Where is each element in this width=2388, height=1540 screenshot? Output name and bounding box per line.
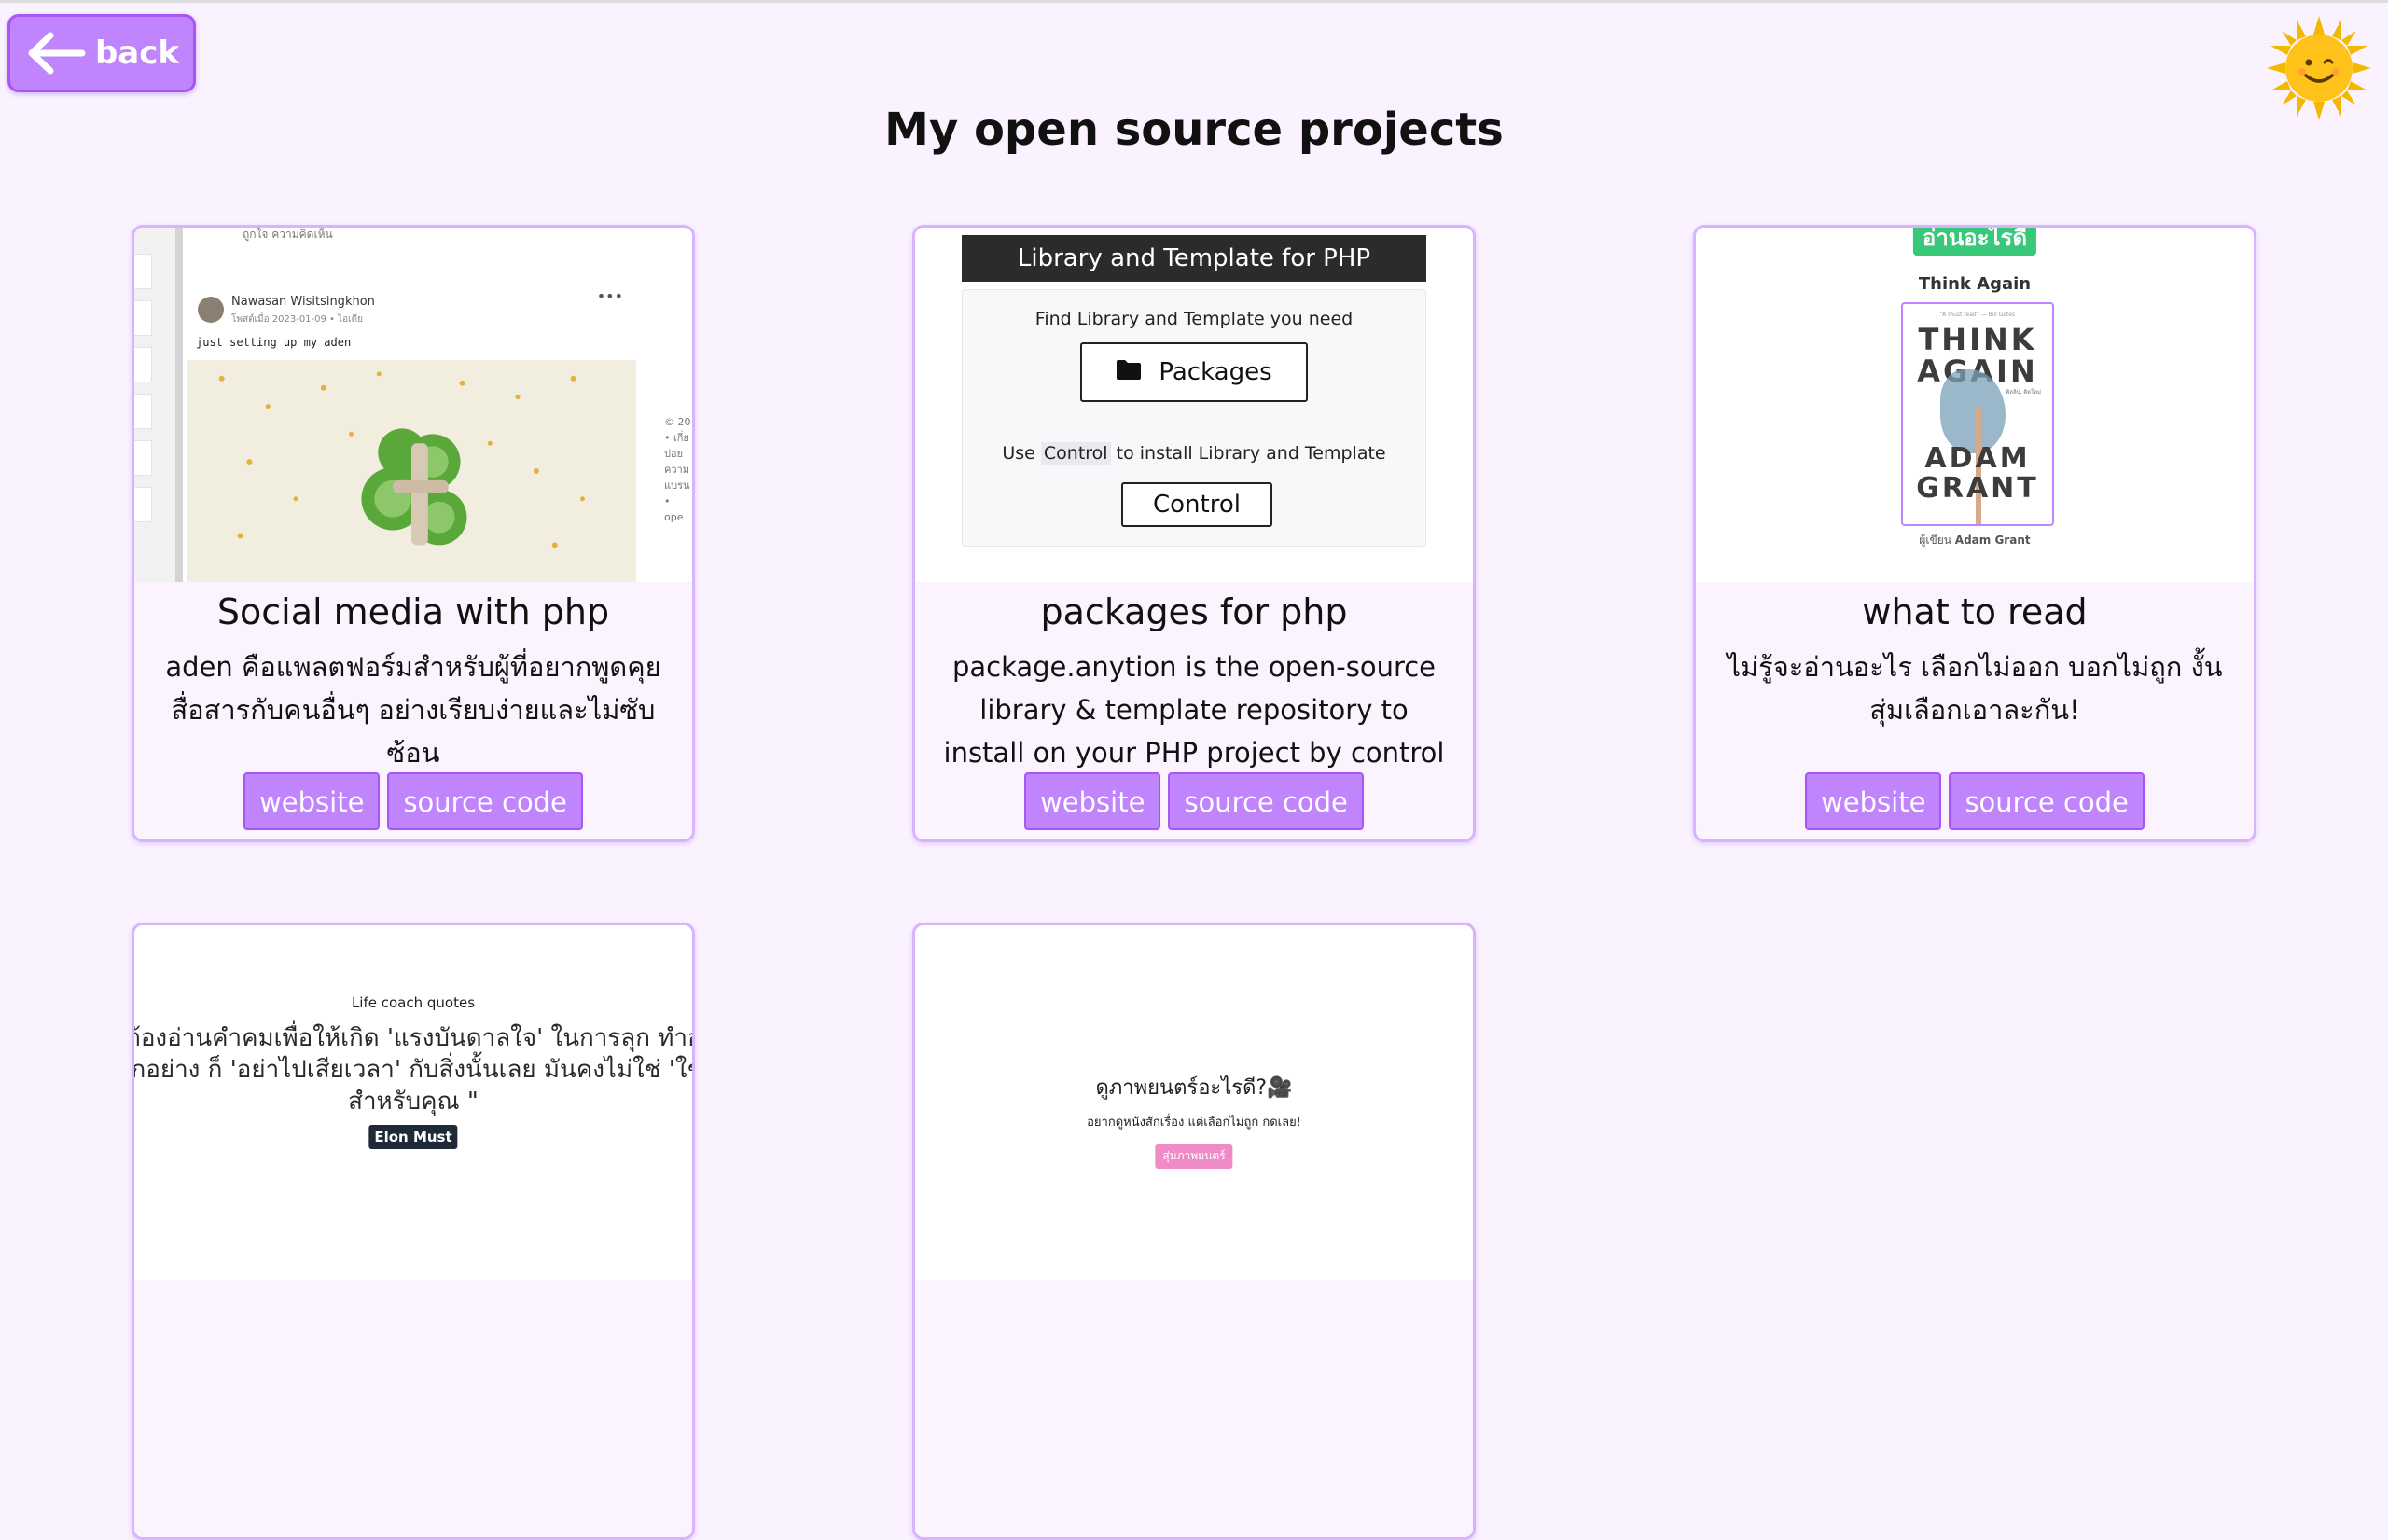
avatar [198, 297, 224, 323]
preview-find-text: Find Library and Template you need [1034, 309, 1354, 329]
preview-scrollbar [175, 228, 183, 582]
preview-post: Nawasan Wisitsingkhon โพสต์เมื่อ 2023-01… [187, 259, 636, 582]
preview-title: ดูภาพยนตร์อะไรดี?🎥 [1095, 1076, 1293, 1100]
project-card-packages: Library and Template for PHP Find Librar… [912, 225, 1476, 842]
project-description: ไม่รู้จะอ่านอะไร เลือกไม่ออก บอกไม่ถูก ง… [1727, 651, 2223, 726]
project-description: package.anytion is the open-source libra… [943, 651, 1445, 769]
preview-title: Life coach quotes [351, 994, 476, 1011]
preview-packages-label: Packages [1159, 358, 1272, 386]
source-code-button[interactable]: source code [1949, 772, 2145, 830]
project-card-what-to-read: อ่านอะไรดี Think Again “A must read” — B… [1693, 225, 2256, 842]
project-card-social-media: ถูกใจ ความคิดเห็น Nawasan Wisitsingkhon … [132, 225, 695, 842]
preview-packages-button: Packages [1080, 342, 1308, 402]
project-title: Social media with php [216, 591, 610, 632]
project-card-quotes: Life coach quotes คุณต้องอ่านคำคมเพื่อให… [132, 923, 695, 1540]
back-label: back [94, 35, 180, 72]
preview-quote: คุณต้องอ่านคำคมเพื่อให้เกิด 'แรงบันดาลใจ… [134, 1024, 692, 1116]
page-title: My open source projects [884, 104, 1504, 156]
preview-post-text: just setting up my aden [196, 336, 352, 349]
project-preview-image: อ่านอะไรดี Think Again “A must read” — B… [1696, 228, 2254, 582]
website-button[interactable]: website [243, 772, 381, 830]
preview-control-button: Control [1121, 482, 1272, 527]
project-card-movie: ดูภาพยนตร์อะไรดี?🎥 อยากดูหนังสักเรื่อง แ… [912, 923, 1476, 1540]
more-icon: ••• [596, 287, 623, 305]
arrow-left-icon [24, 30, 86, 76]
preview-subtitle: อยากดูหนังสักเรื่อง แต่เลือกไม่ถูก กดเลย… [1087, 1116, 1301, 1130]
project-title: packages for php [1040, 591, 1348, 632]
preview-meta: โพสต์เมื่อ 2023-01-09 • ไอเดีย [231, 314, 363, 325]
website-button[interactable]: website [1024, 772, 1161, 830]
project-preview-image: Library and Template for PHP Find Librar… [915, 228, 1473, 582]
source-code-button[interactable]: source code [1168, 772, 1364, 830]
preview-panel: Find Library and Template you need Packa… [962, 289, 1426, 547]
project-preview-image: ถูกใจ ความคิดเห็น Nawasan Wisitsingkhon … [134, 228, 692, 582]
preview-post-image [187, 360, 636, 582]
preview-random-button: สุ่มภาพยนตร์ [1155, 1144, 1233, 1169]
book-cover-image: “A must read” — Bill Gates THINK AGAIN ฟ… [1901, 302, 2054, 526]
preview-header: Library and Template for PHP [962, 235, 1426, 282]
project-description: aden คือแพลตฟอร์มสำหรับผู้ที่อยากพูดคุยส… [165, 651, 661, 769]
preview-author: Nawasan Wisitsingkhon [231, 295, 375, 309]
preview-tag: อ่านอะไรดี [1912, 228, 2037, 256]
folder-icon [1116, 358, 1142, 387]
preview-book-title: Think Again [1918, 274, 2032, 294]
source-code-button[interactable]: source code [387, 772, 583, 830]
website-button[interactable]: website [1805, 772, 1942, 830]
preview-footer-text: © 20 • เกี่ย ปอย ความ แบรน • ope [664, 416, 691, 523]
preview-author: ผู้เขียน Adam Grant [1919, 534, 2031, 547]
preview-post-actions: ถูกใจ ความคิดเห็น [187, 228, 636, 252]
preview-quote-author: Elon Must [368, 1125, 458, 1149]
project-title: what to read [1862, 591, 2088, 632]
back-button[interactable]: back [7, 14, 196, 92]
preview-use-text: Use Control to install Library and Templ… [1002, 442, 1386, 465]
project-preview-image: Life coach quotes คุณต้องอ่านคำคมเพื่อให… [134, 925, 692, 1280]
project-preview-image: ดูภาพยนตร์อะไรดี?🎥 อยากดูหนังสักเรื่อง แ… [915, 925, 1473, 1280]
